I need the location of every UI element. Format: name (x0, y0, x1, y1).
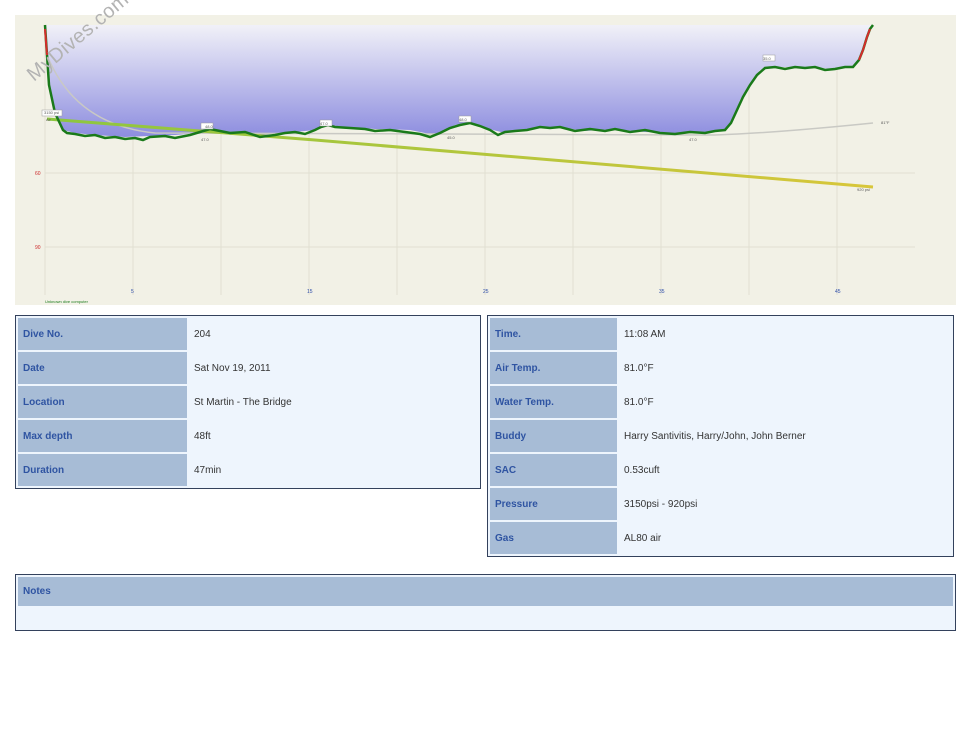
gas-value: AL80 air (619, 522, 951, 554)
water-temp-value: 81.0°F (619, 386, 951, 418)
table-row: Dive No. 204 (18, 318, 478, 350)
start-pressure-label: 3150 psi (44, 110, 59, 115)
max-depth-label: Max depth (18, 420, 187, 452)
table-row: Location St Martin - The Bridge (18, 386, 478, 418)
depth-marker-label: 45.0 (447, 135, 456, 140)
notes-label: Notes (18, 577, 953, 606)
time-tick: 15 (307, 289, 313, 295)
location-label: Location (18, 386, 187, 418)
sac-value: 0.53cuft (619, 454, 951, 486)
depth-tick: 60 (35, 171, 41, 177)
buddy-label: Buddy (490, 420, 617, 452)
dive-profile-svg: 60 90 5 15 25 35 45 3150 psi Air 920 psi… (35, 24, 915, 304)
depth-marker-label: 48.0 (459, 117, 468, 122)
dive-no-label: Dive No. (18, 318, 187, 350)
table-row: SAC 0.53cuft (490, 454, 951, 486)
duration-value: 47min (189, 454, 478, 486)
table-row: Max depth 48ft (18, 420, 478, 452)
depth-marker-label: 35.0 (763, 56, 772, 61)
time-value: 11:08 AM (619, 318, 951, 350)
table-row: Water Temp. 81.0°F (490, 386, 951, 418)
duration-label: Duration (18, 454, 187, 486)
time-tick: 45 (835, 289, 841, 295)
air-temp-label: Air Temp. (490, 352, 617, 384)
depth-marker-label: 47.0 (320, 121, 329, 126)
depth-marker-label: 47.0 (201, 137, 210, 142)
pressure-value: 3150psi - 920psi (619, 488, 951, 520)
table-row: Buddy Harry Santivitis, Harry/John, John… (490, 420, 951, 452)
dive-computer-label: Unknown dive computer (45, 299, 89, 304)
table-row: Duration 47min (18, 454, 478, 486)
table-row: Air Temp. 81.0°F (490, 352, 951, 384)
end-pressure-label: 920 psi (857, 187, 870, 192)
depth-marker-label: 48.0 (205, 124, 214, 129)
max-depth-value: 48ft (189, 420, 478, 452)
table-row: Date Sat Nov 19, 2011 (18, 352, 478, 384)
water-temp-label: Water Temp. (490, 386, 617, 418)
notes-section: Notes (15, 574, 956, 631)
depth-marker-label: 47.0 (689, 137, 698, 142)
dive-profile-chart: 60 90 5 15 25 35 45 3150 psi Air 920 psi… (15, 0, 956, 305)
gas-label: Gas (490, 522, 617, 554)
dive-no-value: 204 (189, 318, 478, 350)
table-row: Pressure 3150psi - 920psi (490, 488, 951, 520)
time-axis-labels: 5 15 25 35 45 (131, 289, 841, 295)
table-row: Time. 11:08 AM (490, 318, 951, 350)
dive-summary-table: Dive No. 204 Date Sat Nov 19, 2011 Locat… (15, 315, 481, 489)
date-value: Sat Nov 19, 2011 (189, 352, 478, 384)
air-temp-value: 81.0°F (619, 352, 951, 384)
pressure-label: Pressure (490, 488, 617, 520)
sac-label: SAC (490, 454, 617, 486)
date-label: Date (18, 352, 187, 384)
time-label: Time. (490, 318, 617, 350)
temperature-label: 81°F (881, 120, 890, 125)
time-tick: 25 (483, 289, 489, 295)
location-value: St Martin - The Bridge (189, 386, 478, 418)
table-row: Gas AL80 air (490, 522, 951, 554)
depth-tick: 90 (35, 245, 41, 251)
dive-conditions-table: Time. 11:08 AM Air Temp. 81.0°F Water Te… (487, 315, 954, 557)
start-gas-label: Air (46, 117, 52, 122)
buddy-value: Harry Santivitis, Harry/John, John Berne… (619, 420, 951, 452)
depth-axis-labels: 60 90 (35, 171, 41, 251)
time-tick: 35 (659, 289, 665, 295)
time-tick: 5 (131, 289, 134, 295)
